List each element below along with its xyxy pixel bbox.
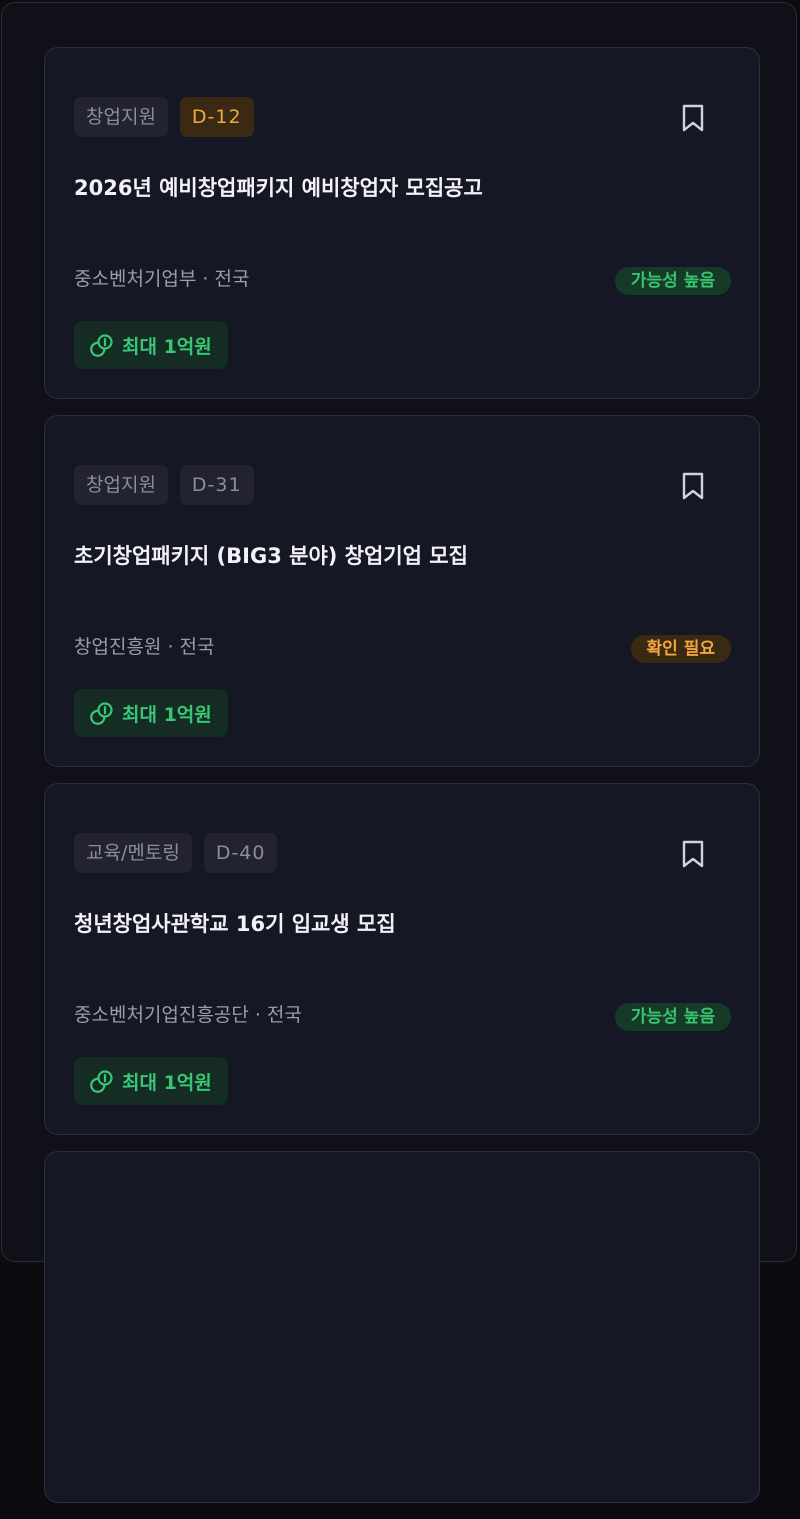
bookmark-icon [682,840,704,868]
category-tag: 교육/멘토링 [74,833,192,873]
program-card[interactable]: 창업지원 D-12 2026년 예비창업패키지 예비창업자 모집공고 중소벤처기… [44,47,760,399]
funding-amount: 최대 1억원 [122,335,212,358]
program-card[interactable]: 창업지원 D-31 초기창업패키지 (BIG3 분야) 창업기업 모집 창업진흥… [44,415,760,767]
organization-region: 중소벤처기업부 · 전국 [74,268,250,290]
card-tags: 교육/멘토링 D-40 [74,833,278,873]
program-title[interactable]: 청년창업사관학교 16기 입교생 모집 [74,908,396,938]
funding-amount: 최대 1억원 [122,1071,212,1094]
category-tag: 창업지원 [74,97,168,137]
funding-amount-chip: 최대 1억원 [74,1057,228,1105]
deadline-badge: D-12 [179,97,254,137]
bookmark-button[interactable] [679,838,707,870]
coins-icon [90,1069,114,1093]
eligibility-badge: 가능성 높음 [614,1003,731,1031]
bookmark-icon [682,104,704,132]
card-tags: 창업지원 D-12 [74,97,254,137]
organization-region: 창업진흥원 · 전국 [74,636,215,658]
program-title[interactable]: 초기창업패키지 (BIG3 분야) 창업기업 모집 [74,540,468,570]
organization-region: 중소벤처기업진흥공단 · 전국 [74,1004,302,1026]
program-title[interactable]: 2026년 예비창업패키지 예비창업자 모집공고 [74,172,483,202]
bookmark-button[interactable] [679,102,707,134]
program-list: 창업지원 D-12 2026년 예비창업패키지 예비창업자 모집공고 중소벤처기… [44,47,760,1519]
coins-icon [90,701,114,725]
funding-amount: 최대 1억원 [122,703,212,726]
bookmark-icon [682,472,704,500]
card-tags: 창업지원 D-31 [74,465,254,505]
app-frame: 창업지원 D-12 2026년 예비창업패키지 예비창업자 모집공고 중소벤처기… [1,2,797,1503]
category-tag: 창업지원 [74,465,168,505]
program-card[interactable] [44,1151,760,1503]
coins-icon [90,333,114,357]
deadline-badge: D-40 [203,833,278,873]
funding-amount-chip: 최대 1억원 [74,321,228,369]
funding-amount-chip: 최대 1억원 [74,689,228,737]
bookmark-button[interactable] [679,470,707,502]
deadline-badge: D-31 [179,465,254,505]
eligibility-badge: 가능성 높음 [614,267,731,295]
eligibility-badge: 확인 필요 [630,635,731,663]
program-card[interactable]: 교육/멘토링 D-40 청년창업사관학교 16기 입교생 모집 중소벤처기업진흥… [44,783,760,1135]
